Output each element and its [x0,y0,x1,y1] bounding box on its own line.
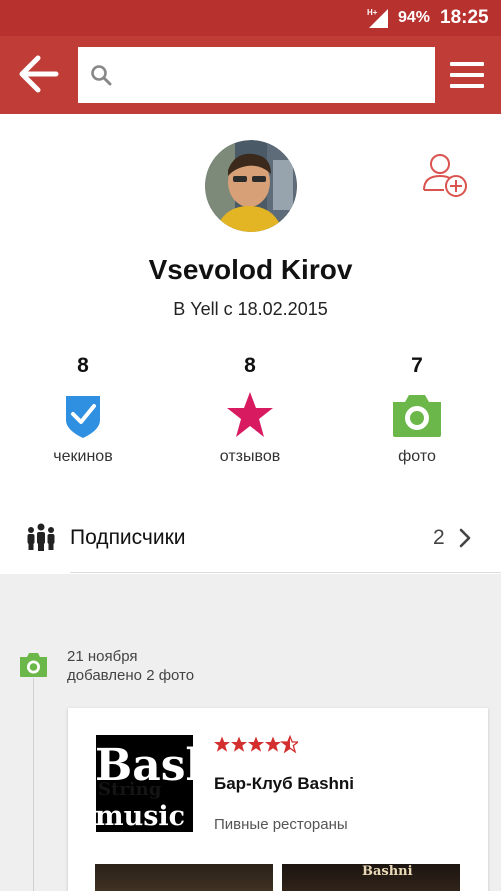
user-name: Vsevolod Kirov [148,254,353,285]
followers-row[interactable]: Подписчики 2 [0,514,501,564]
photo-caption: Bashni [362,864,413,879]
profile-section: Vsevolod Kirov В Yell с 18.02.2015 8 чек… [0,114,501,574]
app-bar [0,36,501,114]
place-category: Пивные рестораны [214,816,348,833]
feed-description: добавлено 2 фото [67,667,195,684]
people-icon [27,523,55,551]
chevron-right-icon [459,528,471,548]
stat-count: 8 [77,354,89,377]
stat-checkins[interactable]: 8 чекинов [23,354,143,466]
place-photo[interactable]: Bashni [282,864,460,891]
menu-icon[interactable] [448,58,486,92]
network-type: H+ [367,8,378,17]
followers-count: 2 [433,526,445,549]
stat-reviews[interactable]: 8 отзывов [190,354,310,466]
place-name: Бар-Клуб Bashni [214,774,355,793]
stat-count: 8 [244,354,256,377]
svg-text:String: String [98,779,162,800]
add-friend-icon[interactable] [420,150,470,198]
feed-date: 21 ноября [67,648,138,665]
status-bar: H+ 94% 18:25 [0,0,501,36]
stat-label: фото [398,448,436,465]
search-icon [91,65,112,86]
search-input[interactable] [124,59,424,91]
rating-stars [214,735,298,753]
battery-level: 94% [398,9,431,26]
signal-icon: H+ [367,8,388,28]
stat-label: чекинов [53,448,113,465]
place-photo[interactable] [95,864,273,891]
clock: 18:25 [440,7,489,28]
stat-label: отзывов [219,448,281,465]
divider [70,572,501,573]
logo-text: music c [96,801,193,832]
place-card[interactable]: Bash String music c Бар-Клуб Bashni Пивн… [68,708,488,891]
followers-label: Подписчики [70,526,186,549]
checkin-shield-icon [66,396,100,438]
stat-photos[interactable]: 7 фото [357,354,477,466]
camera-icon [20,653,47,677]
back-arrow-icon[interactable] [18,52,60,96]
member-since: В Yell с 18.02.2015 [173,299,328,319]
place-logo: Bash String music c [96,735,193,832]
avatar[interactable] [205,140,297,232]
stat-count: 7 [411,354,423,377]
star-icon [227,392,273,437]
camera-icon [393,395,441,437]
timeline-line [33,678,34,891]
search-bar[interactable] [78,47,435,103]
